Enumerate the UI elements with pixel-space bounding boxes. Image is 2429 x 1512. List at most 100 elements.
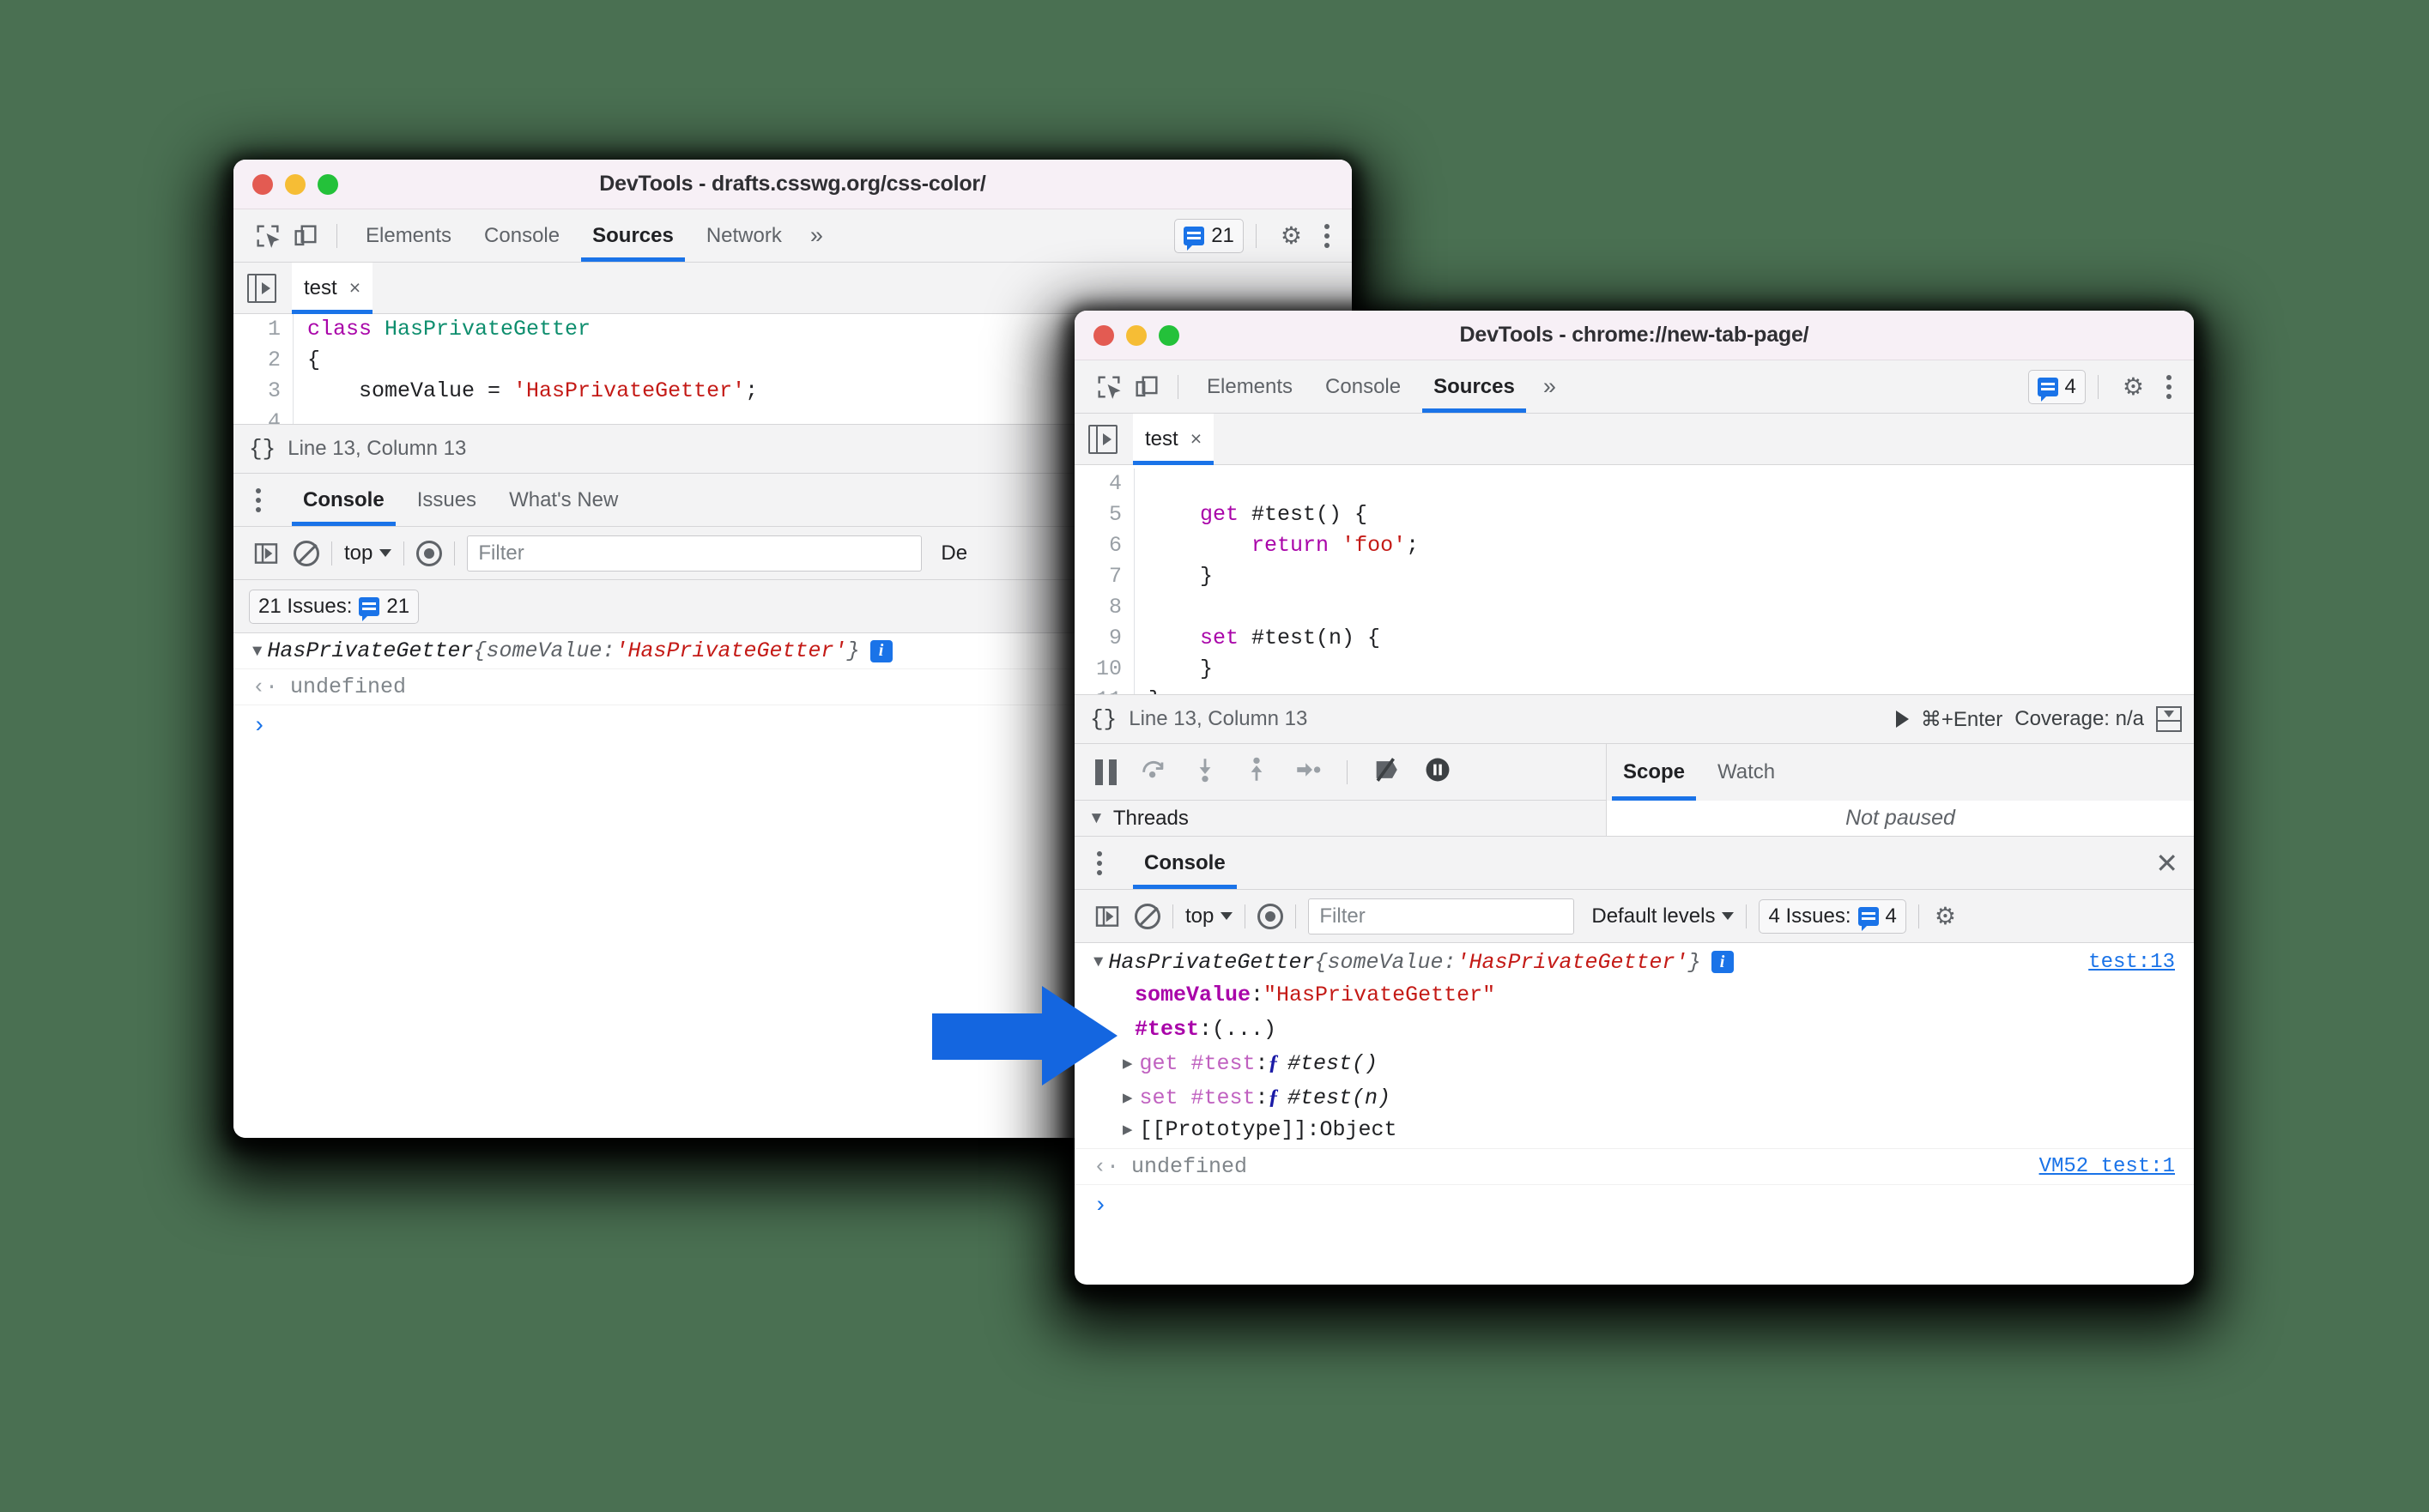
inspect-element-icon[interactable]	[1090, 368, 1128, 406]
gear-icon[interactable]: ⚙	[2111, 372, 2156, 401]
close-icon[interactable]: ×	[349, 276, 360, 299]
back-file-tabstrip[interactable]: test ×	[233, 263, 1352, 314]
sidebar-tab-scope[interactable]: Scope	[1607, 744, 1701, 801]
front-window-titlebar[interactable]: DevTools - chrome://new-tab-page/	[1075, 311, 2194, 360]
drawer-kebab-menu-icon[interactable]	[245, 487, 271, 512]
tab-elements[interactable]: Elements	[349, 209, 468, 262]
console-property-row[interactable]: someValue : "HasPrivateGetter"	[1075, 977, 2194, 1012]
drawer-kebab-menu-icon[interactable]	[1087, 850, 1112, 875]
issues-counter-button[interactable]: 4	[2027, 369, 2086, 404]
disclosure-triangle-icon[interactable]: ▼	[1093, 953, 1103, 971]
step-over-icon[interactable]	[1139, 755, 1168, 789]
scope-watch-tabs[interactable]: Scope Watch	[1607, 744, 2194, 801]
back-window-titlebar[interactable]: DevTools - drafts.csswg.org/css-color/	[233, 160, 1352, 209]
execution-context-selector[interactable]: top	[344, 541, 392, 565]
gear-icon[interactable]: ⚙	[1931, 902, 1960, 930]
issues-counter-button[interactable]: 21	[1174, 218, 1244, 253]
pretty-print-icon[interactable]: {}	[1090, 706, 1117, 732]
drawer-tab-console[interactable]: Console	[287, 474, 401, 526]
pause-on-exceptions-icon[interactable]	[1423, 755, 1452, 789]
zoom-window-button[interactable]	[318, 173, 338, 195]
drawer-tab-console[interactable]: Console	[1128, 837, 1242, 889]
levels-selector-clipped[interactable]: De	[941, 541, 967, 565]
disclosure-triangle-icon[interactable]: ▶	[1123, 1054, 1132, 1074]
devtools-window-front[interactable]: DevTools - chrome://new-tab-page/ Elemen…	[1075, 311, 2194, 1285]
front-traffic-lights[interactable]	[1075, 324, 1179, 346]
front-console-log[interactable]: ▼ HasPrivateGetter { someValue : 'HasPri…	[1075, 943, 2194, 1228]
threads-scope-strip[interactable]: ▼ Threads Not paused	[1075, 801, 2194, 837]
step-icon[interactable]	[1293, 755, 1323, 789]
zoom-window-button[interactable]	[1159, 324, 1179, 346]
filter-input[interactable]: Filter	[1308, 898, 1575, 934]
front-code-editor[interactable]: 4 5 get #test() { 6 return 'foo'; 7 } 8 …	[1075, 465, 2194, 694]
tab-console[interactable]: Console	[1309, 360, 1417, 413]
device-toolbar-icon[interactable]	[287, 217, 324, 255]
run-snippet-icon[interactable]	[1895, 711, 1909, 728]
console-property-row[interactable]: ▶ get #test : ƒ #test()	[1075, 1046, 2194, 1080]
console-object-row[interactable]: ▼ HasPrivateGetter { someValue : 'HasPri…	[1075, 943, 2194, 977]
disclosure-triangle-icon[interactable]: ▼	[252, 642, 262, 661]
disclosure-triangle-icon[interactable]: ▶	[1123, 1120, 1132, 1140]
close-icon[interactable]: ×	[1190, 427, 1202, 451]
info-badge-icon[interactable]: i	[869, 639, 893, 662]
console-sidebar-icon[interactable]	[247, 535, 285, 572]
close-icon[interactable]: ✕	[2155, 847, 2178, 880]
debugger-controls[interactable]	[1075, 744, 1607, 801]
pretty-print-icon[interactable]: {}	[249, 436, 276, 462]
navigator-toggle-icon[interactable]	[247, 273, 276, 303]
step-into-icon[interactable]	[1190, 755, 1220, 789]
tab-sources[interactable]: Sources	[576, 209, 690, 262]
tab-console[interactable]: Console	[468, 209, 576, 262]
deactivate-breakpoints-icon[interactable]	[1372, 755, 1401, 789]
console-property-row[interactable]: ▶ [[Prototype]] : Object	[1075, 1115, 2194, 1149]
show-drawer-icon[interactable]	[2156, 706, 2182, 732]
tab-sources[interactable]: Sources	[1417, 360, 1531, 413]
device-toolbar-icon[interactable]	[1128, 368, 1166, 406]
front-drawer-tabs[interactable]: Console ✕	[1075, 837, 2194, 890]
filter-input[interactable]: Filter	[467, 535, 923, 572]
execution-context-selector[interactable]: top	[1185, 904, 1233, 928]
minimize-window-button[interactable]	[285, 173, 306, 195]
front-editor-statusbar[interactable]: {} Line 13, Column 13 ⌘+Enter Coverage: …	[1075, 694, 2194, 744]
front-devtools-tabbar[interactable]: Elements Console Sources » 4 ⚙	[1075, 360, 2194, 414]
close-window-button[interactable]	[1093, 324, 1114, 346]
clear-console-icon[interactable]	[1135, 903, 1160, 929]
file-tab-test[interactable]: test ×	[1133, 414, 1214, 465]
step-out-icon[interactable]	[1242, 755, 1271, 789]
property-value[interactable]: (...)	[1212, 1017, 1276, 1042]
navigator-toggle-icon[interactable]	[1088, 424, 1118, 454]
close-window-button[interactable]	[252, 173, 273, 195]
more-tabs-icon[interactable]: »	[798, 222, 835, 249]
console-sidebar-icon[interactable]	[1088, 898, 1126, 935]
source-link[interactable]: test:13	[2088, 951, 2175, 974]
issues-summary-button[interactable]: 21 Issues: 21	[249, 589, 420, 624]
inspect-element-icon[interactable]	[249, 217, 287, 255]
front-console-toolbar[interactable]: top Filter Default levels 4 Issues: 4 ⚙	[1075, 890, 2194, 943]
front-file-tabstrip[interactable]: test ×	[1075, 414, 2194, 465]
gear-icon[interactable]: ⚙	[1269, 221, 1314, 250]
tab-elements[interactable]: Elements	[1190, 360, 1309, 413]
console-property-row[interactable]: ▶ set #test : ƒ #test(n)	[1075, 1080, 2194, 1115]
kebab-menu-icon[interactable]	[2156, 374, 2182, 399]
back-devtools-tabbar[interactable]: Elements Console Sources Network » 21 ⚙	[233, 209, 1352, 263]
back-traffic-lights[interactable]	[233, 173, 338, 195]
issues-summary-button[interactable]: 4 Issues: 4	[1759, 898, 1906, 934]
disclosure-triangle-icon[interactable]: ▶	[1123, 1088, 1132, 1108]
source-link[interactable]: VM52 test:1	[2039, 1155, 2175, 1178]
disclosure-triangle-icon[interactable]: ▼	[1088, 809, 1105, 828]
live-expression-icon[interactable]	[416, 540, 443, 566]
clear-console-icon[interactable]	[294, 540, 319, 566]
sidebar-tab-watch[interactable]: Watch	[1701, 744, 1791, 801]
front-debugger-row[interactable]: Scope Watch	[1075, 744, 2194, 801]
log-levels-selector[interactable]: Default levels	[1591, 904, 1735, 928]
info-badge-icon[interactable]: i	[1711, 951, 1734, 973]
console-prompt[interactable]: ›	[1075, 1185, 2194, 1228]
threads-section[interactable]: ▼ Threads	[1075, 801, 1607, 836]
kebab-menu-icon[interactable]	[1314, 223, 1340, 248]
console-property-row[interactable]: #test : (...)	[1075, 1012, 2194, 1046]
file-tab-test[interactable]: test ×	[292, 263, 373, 314]
more-tabs-icon[interactable]: »	[1531, 373, 1568, 400]
live-expression-icon[interactable]	[1257, 903, 1284, 929]
drawer-tab-whats-new[interactable]: What's New	[493, 474, 634, 526]
tab-network[interactable]: Network	[690, 209, 798, 262]
